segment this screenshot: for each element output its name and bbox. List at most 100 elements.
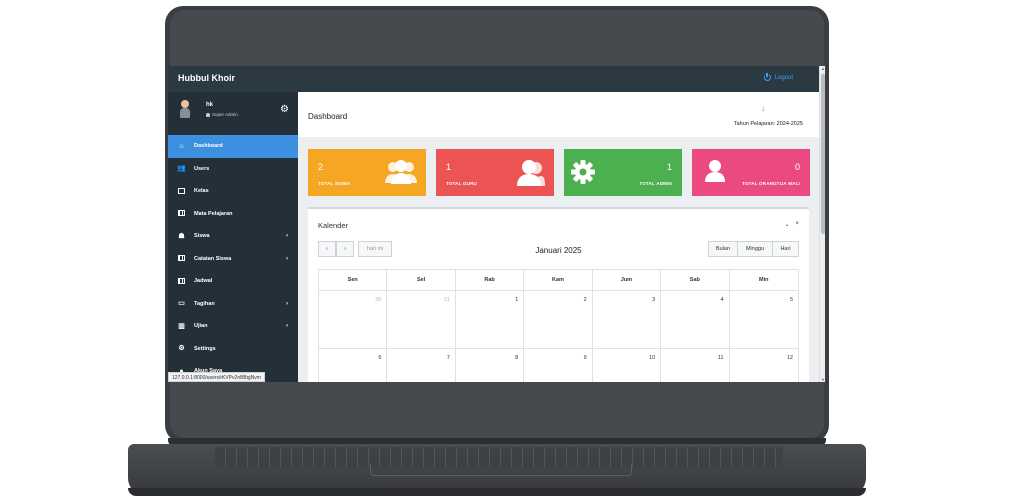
calendar-day-header: Sen Sel Rab Kam Jum Sab Min bbox=[318, 269, 799, 291]
chevron-right-icon: › bbox=[286, 255, 288, 262]
sidebar-item-label: Kelas bbox=[194, 188, 209, 195]
user-icon bbox=[705, 160, 725, 182]
sidebar-item-kelas[interactable]: Kelas bbox=[168, 180, 298, 203]
gear-icon[interactable]: ⚙ bbox=[280, 105, 289, 115]
sidebar-item-label: Jadwal bbox=[194, 278, 213, 285]
calendar-day-cell[interactable]: 30 bbox=[319, 291, 388, 348]
logout-label: Logout bbox=[774, 74, 793, 81]
sidebar-item-label: Tagihan bbox=[194, 300, 215, 307]
sidebar-item-label: Mata Pelajaran bbox=[194, 210, 233, 217]
calendar-day-cell[interactable]: 3 bbox=[593, 291, 662, 348]
calendar-day-cell[interactable]: 9 bbox=[524, 349, 593, 382]
logout-link[interactable]: Logout bbox=[763, 72, 793, 81]
scrollbar-thumb[interactable] bbox=[821, 74, 825, 234]
sidebar-item-ujian[interactable]: ▥ Ujian › bbox=[168, 315, 298, 338]
avatar bbox=[180, 100, 190, 118]
stat-label: TOTAL SISWA bbox=[318, 181, 351, 186]
view-month-button[interactable]: Bulan bbox=[708, 241, 738, 257]
users-icon: 👥 bbox=[177, 165, 186, 173]
calendar-day-cell[interactable]: 12 bbox=[730, 349, 798, 382]
stat-card-total-orangtua-wali[interactable]: 0 TOTAL ORANGTUA WALI bbox=[692, 149, 810, 196]
calendar-box: Kalender ⌄ × ‹ › hari ini Januari 2025 B… bbox=[308, 207, 809, 382]
power-icon bbox=[763, 72, 771, 81]
day-header: Sen bbox=[319, 270, 388, 290]
book-icon bbox=[177, 210, 186, 217]
view-week-button[interactable]: Minggu bbox=[737, 241, 773, 257]
sidebar-item-mata-pelajaran[interactable]: Mata Pelajaran bbox=[168, 203, 298, 226]
view-day-button[interactable]: Hari bbox=[772, 241, 799, 257]
stat-value: 1 bbox=[666, 162, 672, 172]
screen: Hubbul Khoir Logout hk Super Admin ⚙ ⌂ D… bbox=[168, 66, 825, 382]
stat-label: TOTAL ORANGTUA WALI bbox=[742, 181, 800, 186]
calendar-day-cell[interactable]: 31 bbox=[387, 291, 456, 348]
stat-value: 2 bbox=[318, 162, 324, 172]
chevron-right-icon: › bbox=[286, 300, 288, 307]
calendar-day-cell[interactable]: 11 bbox=[661, 349, 730, 382]
calendar-day-cell[interactable]: 7 bbox=[387, 349, 456, 382]
collapse-icon[interactable]: ⌄ bbox=[784, 221, 789, 228]
day-header: Min bbox=[759, 277, 769, 283]
day-header: Sab bbox=[661, 270, 730, 290]
calendar-day-cell[interactable]: 1 bbox=[456, 291, 525, 348]
sidebar-item-siswa[interactable]: ☗ Siswa › bbox=[168, 225, 298, 248]
sidebar-item-label: Users bbox=[194, 165, 210, 172]
calendar-week-row: 6 7 8 9 10 11 12 bbox=[318, 349, 799, 382]
user-tie-icon bbox=[517, 160, 545, 186]
user-panel: hk Super Admin ⚙ bbox=[168, 92, 298, 134]
calendar-day-cell[interactable]: 2 bbox=[524, 291, 593, 348]
sidebar-item-jadwal[interactable]: Jadwal bbox=[168, 270, 298, 293]
sidebar: hk Super Admin ⚙ ⌂ Dashboard 👥 Users Kel… bbox=[168, 92, 298, 382]
user-name: hk bbox=[206, 102, 214, 108]
status-bar-url: 127.0.0.1:8000/users/rKVPv2nBBqjNvm bbox=[168, 372, 265, 382]
scroll-up-icon[interactable]: ▲ bbox=[820, 66, 825, 71]
sidebar-item-catatan-siswa[interactable]: Catatan Siswa › bbox=[168, 248, 298, 271]
sidebar-item-settings[interactable]: ⚙ Settings bbox=[168, 338, 298, 361]
sidebar-item-dashboard[interactable]: ⌂ Dashboard bbox=[168, 135, 298, 158]
academic-year: Tahun Pelajaran: 2024-2025 bbox=[733, 121, 803, 127]
home-icon: ⌂ bbox=[179, 142, 184, 150]
calendar-day-cell[interactable]: 6 bbox=[319, 349, 388, 382]
user-role: Super Admin bbox=[206, 112, 238, 117]
sidebar-item-label: Settings bbox=[194, 345, 216, 352]
day-header: Kam bbox=[524, 270, 593, 290]
chevron-right-icon: › bbox=[286, 323, 288, 329]
box-tools: ⌄ × bbox=[784, 221, 799, 228]
copy-icon bbox=[177, 187, 186, 195]
sidebar-item-tagihan[interactable]: ▭ Tagihan › bbox=[168, 293, 298, 316]
stat-label: TOTAL ADMIN bbox=[639, 181, 672, 186]
stat-card-total-siswa[interactable]: 2 TOTAL SISWA bbox=[308, 149, 426, 196]
stat-label: TOTAL GURU bbox=[446, 181, 477, 186]
calendar-day-cell[interactable]: 10 bbox=[593, 349, 662, 382]
user-role-label: Super Admin bbox=[212, 112, 238, 117]
calendar-day-cell[interactable]: 8 bbox=[456, 349, 525, 382]
users-icon bbox=[385, 160, 417, 184]
main-content: Dashboard ↓ Tahun Pelajaran: 2024-2025 2… bbox=[298, 92, 819, 382]
brand-logo[interactable]: Hubbul Khoir bbox=[178, 73, 235, 83]
sidebar-item-label: Dashboard bbox=[194, 143, 223, 150]
scroll-down-icon[interactable]: ▼ bbox=[820, 377, 825, 382]
scrollbar[interactable]: ▲ ▼ bbox=[819, 66, 825, 382]
gear-icon: ⚙ bbox=[178, 345, 185, 353]
calendar-day-cell[interactable]: 5 bbox=[730, 291, 798, 348]
content-header: Dashboard ↓ Tahun Pelajaran: 2024-2025 bbox=[298, 92, 819, 137]
books-icon: ▥ bbox=[178, 322, 185, 330]
stat-card-total-admin[interactable]: 1 TOTAL ADMIN bbox=[564, 149, 682, 196]
user-small-icon bbox=[206, 112, 210, 117]
calendar-day-cell[interactable]: 4 bbox=[661, 291, 730, 348]
money-icon: ▭ bbox=[178, 300, 185, 308]
chevron-right-icon: › bbox=[286, 233, 288, 239]
calendar-week-row: 30 31 1 2 3 4 5 bbox=[318, 291, 799, 349]
calendar-icon bbox=[177, 277, 186, 285]
calendar-grid: Sen Sel Rab Kam Jum Sab Min 30 31 1 2 3 … bbox=[318, 269, 799, 382]
arrow-down-icon: ↓ bbox=[761, 104, 765, 113]
stat-card-total-guru[interactable]: 1 TOTAL GURU bbox=[436, 149, 554, 196]
sidebar-menu: ⌂ Dashboard 👥 Users Kelas Mata Pelajaran… bbox=[168, 135, 298, 382]
laptop-base-lip bbox=[128, 488, 866, 496]
user-graduate-icon: ☗ bbox=[178, 232, 185, 240]
sidebar-item-users[interactable]: 👥 Users bbox=[168, 158, 298, 181]
day-header: Jum bbox=[593, 270, 662, 290]
top-navbar: Hubbul Khoir Logout bbox=[168, 66, 819, 92]
close-icon[interactable]: × bbox=[795, 221, 799, 228]
page-title: Dashboard bbox=[308, 112, 348, 121]
sidebar-item-label: Ujian bbox=[194, 323, 208, 330]
